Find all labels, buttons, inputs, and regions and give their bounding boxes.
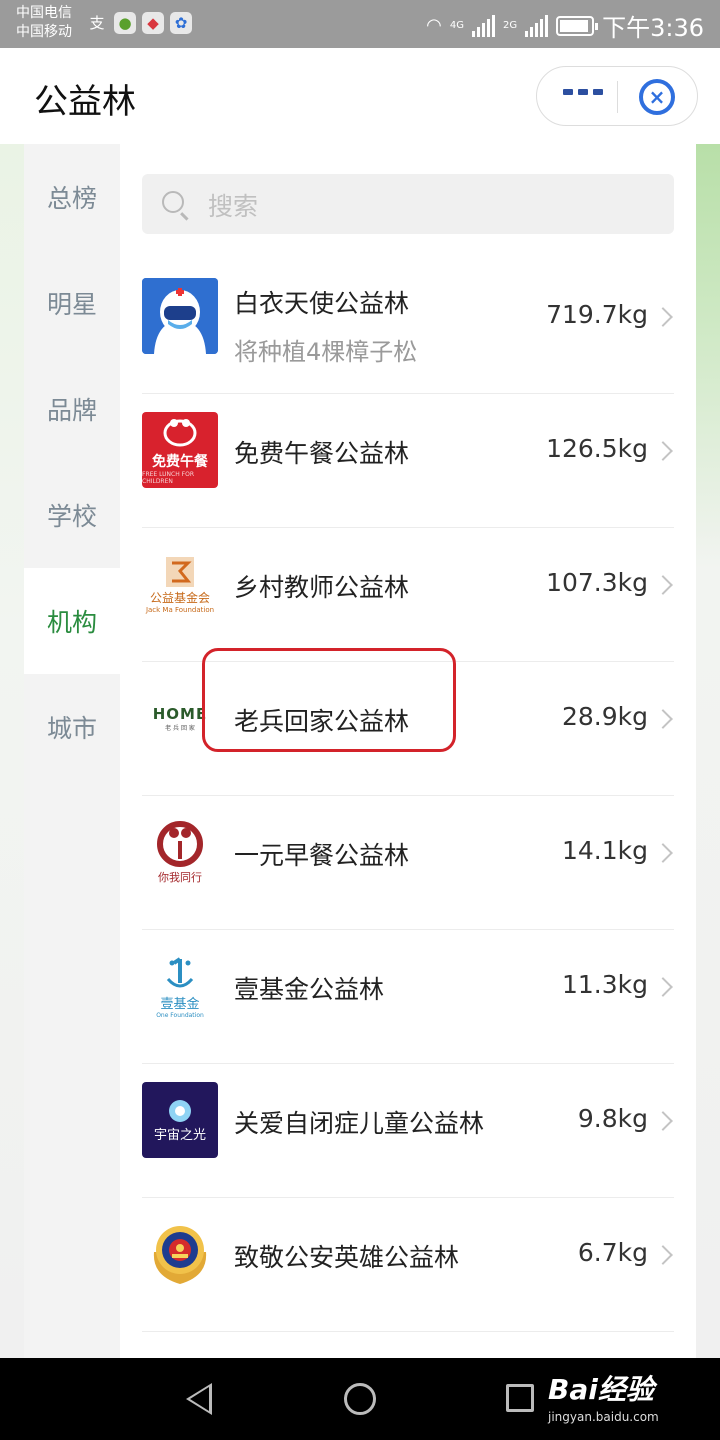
battery-icon — [556, 15, 599, 36]
one-foundation-logo: 壹基金 One Foundation — [142, 948, 218, 1024]
angel-logo — [142, 278, 218, 354]
cosmos-light-logo: 宇宙之光 — [142, 1082, 218, 1158]
logo-subtext: FREE LUNCH FOR CHILDREN — [142, 471, 194, 485]
sidebar-item-cities[interactable]: 城市 — [24, 674, 120, 780]
logo-subtext: 老 兵 回 家 — [165, 724, 195, 732]
list-item[interactable]: 致敬公安英雄公益林 6.7kg — [142, 1198, 674, 1332]
chevron-right-icon — [653, 575, 673, 595]
logo-subtext: One Foundation — [156, 1012, 204, 1019]
forest-list: 白衣天使公益林 将种植4棵樟子松 719.7kg 免费午餐 FREE LUNCH… — [142, 260, 674, 1358]
background-decoration-right — [696, 144, 720, 1358]
home-icon[interactable] — [344, 1383, 376, 1415]
more-dots-icon[interactable] — [563, 89, 603, 95]
logo-text: 壹基金 — [160, 997, 200, 1012]
chevron-right-icon — [653, 1245, 673, 1265]
ranking-panel: 搜索 白衣天使公益林 将种植4棵樟子松 719.7kg 免费午餐 FREE LU… — [120, 144, 696, 1358]
background-decoration-left — [0, 144, 24, 1358]
search-icon — [162, 191, 184, 213]
forest-title: 免费午餐公益林 — [234, 439, 410, 468]
app-notification-icon: ● — [114, 12, 136, 34]
signal-type-1: 4G — [449, 20, 464, 31]
forest-title: 壹基金公益林 — [234, 975, 385, 1004]
logo-text: 宇宙之光 — [153, 1127, 206, 1143]
system-navigation-bar: Bai经验 jingyan.baidu.com — [0, 1358, 720, 1440]
forest-subtitle: 将种植4棵樟子松 — [234, 338, 418, 366]
chevron-right-icon — [653, 843, 673, 863]
logo-text: HOME — [152, 704, 208, 723]
energy-value: 107.3kg — [546, 568, 648, 597]
status-bar: 中国电信 中国移动 支 ● ◆ ✿ ◠ 4G 2G 下午3:36 — [0, 0, 720, 48]
list-item[interactable]: 你我同行 一元早餐公益林 14.1kg — [142, 796, 674, 930]
sidebar-item-total[interactable]: 总榜 — [24, 144, 120, 250]
map-notification-icon: ◆ — [142, 12, 164, 34]
search-input[interactable]: 搜索 — [142, 174, 674, 234]
category-sidebar: 总榜 明星 品牌 学校 机构 城市 — [24, 144, 120, 1358]
forest-title: 关爱自闭症儿童公益林 — [234, 1109, 485, 1138]
chevron-right-icon — [653, 1111, 673, 1131]
logo-text: 公益基金会 — [149, 590, 210, 605]
mini-program-capsule: × — [536, 66, 698, 126]
logo-text: 你我同行 — [158, 871, 202, 884]
chevron-right-icon — [653, 307, 673, 327]
capsule-divider — [617, 81, 618, 113]
forest-title: 老兵回家公益林 — [234, 707, 410, 736]
signal-icon-2 — [525, 14, 549, 37]
watermark-brand: Bai经验 — [548, 1373, 654, 1406]
baidu-notification-icon: ✿ — [170, 12, 192, 34]
energy-value: 11.3kg — [561, 970, 648, 999]
sidebar-item-organizations[interactable]: 机构 — [24, 568, 120, 674]
alipay-notification-icon: 支 — [89, 14, 105, 32]
sidebar-item-stars[interactable]: 明星 — [24, 250, 120, 356]
chevron-right-icon — [653, 709, 673, 729]
energy-value: 9.8kg — [577, 1104, 648, 1133]
forest-title: 致敬公安英雄公益林 — [234, 1243, 460, 1272]
list-item[interactable]: 壹基金 One Foundation 壹基金公益林 11.3kg — [142, 930, 674, 1064]
list-item[interactable]: HOME 老 兵 回 家 老兵回家公益林 28.9kg — [142, 662, 674, 796]
carrier-1: 中国电信 — [16, 5, 72, 21]
back-icon[interactable] — [186, 1383, 212, 1415]
list-item[interactable]: 宇宙之光 关爱自闭症儿童公益林 9.8kg — [142, 1064, 674, 1198]
chevron-right-icon — [653, 441, 673, 461]
sidebar-item-brands[interactable]: 品牌 — [24, 356, 120, 462]
page-title: 公益林 — [34, 82, 136, 122]
logo-text: 免费午餐 — [152, 454, 208, 470]
energy-value: 14.1kg — [561, 836, 648, 865]
energy-value: 719.7kg — [546, 300, 648, 329]
energy-value: 126.5kg — [546, 434, 648, 463]
notification-icons: 支 ● ◆ ✿ — [86, 12, 192, 34]
search-placeholder: 搜索 — [208, 192, 259, 221]
baidu-watermark: Bai经验 jingyan.baidu.com — [548, 1368, 659, 1424]
status-right: ◠ 4G 2G 下午3:36 — [426, 8, 704, 43]
jack-ma-foundation-logo: 公益基金会 Jack Ma Foundation — [142, 546, 218, 622]
title-bar: 公益林 × — [0, 48, 720, 144]
one-yuan-breakfast-logo: 你我同行 — [142, 814, 218, 890]
sidebar-item-schools[interactable]: 学校 — [24, 462, 120, 568]
energy-value: 6.7kg — [577, 1238, 648, 1267]
forest-title: 一元早餐公益林 — [234, 841, 410, 870]
home-logo: HOME 老 兵 回 家 — [142, 680, 218, 756]
signal-icon-1 — [471, 14, 495, 37]
close-capsule-icon[interactable]: × — [639, 79, 675, 115]
list-item[interactable]: 白衣天使公益林 将种植4棵樟子松 719.7kg — [142, 260, 674, 394]
logo-subtext: Jack Ma Foundation — [145, 605, 215, 614]
forest-title: 白衣天使公益林 — [234, 289, 410, 318]
energy-value: 28.9kg — [561, 702, 648, 731]
wifi-icon: ◠ — [426, 15, 442, 36]
list-item[interactable] — [142, 1332, 674, 1358]
chevron-right-icon — [653, 977, 673, 997]
clock: 下午3:36 — [602, 14, 704, 42]
list-item[interactable]: 免费午餐 FREE LUNCH FOR CHILDREN 免费午餐公益林 126… — [142, 394, 674, 528]
police-badge-logo — [142, 1216, 218, 1292]
free-lunch-logo: 免费午餐 FREE LUNCH FOR CHILDREN — [142, 412, 218, 488]
forest-title: 乡村教师公益林 — [234, 573, 410, 602]
list-item[interactable]: 公益基金会 Jack Ma Foundation 乡村教师公益林 107.3kg — [142, 528, 674, 662]
carrier-info: 中国电信 中国移动 — [16, 4, 72, 42]
signal-type-2: 2G — [502, 20, 518, 31]
watermark-url: jingyan.baidu.com — [548, 1410, 659, 1424]
carrier-2: 中国移动 — [16, 24, 72, 40]
recent-apps-icon[interactable] — [506, 1384, 534, 1412]
